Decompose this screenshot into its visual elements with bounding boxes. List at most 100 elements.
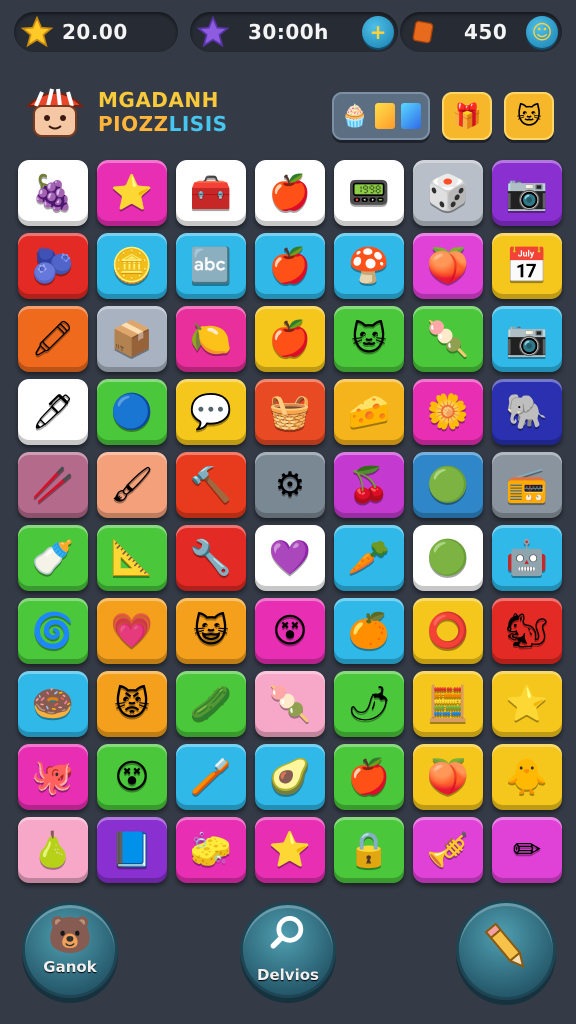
tile-icon: 🖊 [31, 392, 75, 432]
tile-icon: 🥕 [347, 538, 391, 578]
game-tile[interactable]: 🍄 [334, 233, 404, 299]
game-tile[interactable]: 🌀 [18, 598, 88, 664]
tile-icon: ⭐ [110, 173, 154, 213]
game-tile[interactable]: 💬 [176, 379, 246, 445]
game-tile[interactable]: 😵 [255, 598, 325, 664]
title-line-1: MGADANH [98, 88, 219, 112]
game-tile[interactable]: 🍊 [334, 598, 404, 664]
game-tile[interactable]: 🔧 [176, 525, 246, 591]
cupcake-logo-icon [22, 84, 88, 142]
game-tile[interactable]: 🍑 [413, 233, 483, 299]
game-tile[interactable]: ⭐ [492, 671, 562, 737]
tile-icon: 🥑 [268, 757, 312, 797]
game-tile[interactable]: 📦 [97, 306, 167, 372]
game-tile[interactable]: 🌶 [334, 671, 404, 737]
game-tile[interactable]: 🎺 [413, 817, 483, 883]
tile-icon: 🍄 [347, 246, 391, 286]
game-tile[interactable]: 🧺 [255, 379, 325, 445]
game-tile[interactable]: 🔤 [176, 233, 246, 299]
character-button[interactable]: 🐱 [504, 92, 554, 140]
game-tile[interactable]: 🎲 [413, 160, 483, 226]
game-tile[interactable]: ⭐ [255, 817, 325, 883]
game-tile[interactable]: 🔨 [176, 452, 246, 518]
game-tile[interactable]: 🥑 [255, 744, 325, 810]
game-tile[interactable]: 🐿 [492, 598, 562, 664]
tile-icon: 💗 [110, 611, 154, 651]
game-tile[interactable]: 🟢 [413, 452, 483, 518]
game-tile[interactable]: 🧽 [176, 817, 246, 883]
tile-icon: 📟 [347, 173, 391, 213]
game-tile[interactable]: 🔵 [97, 379, 167, 445]
game-tile[interactable]: ⭐ [97, 160, 167, 226]
game-tile[interactable]: 🤖 [492, 525, 562, 591]
game-tile[interactable]: 🖌 [97, 452, 167, 518]
game-tile[interactable]: 🧀 [334, 379, 404, 445]
game-tile[interactable]: 💜 [255, 525, 325, 591]
game-tile[interactable]: ⚙ [255, 452, 325, 518]
game-tile[interactable]: 😵 [97, 744, 167, 810]
delvios-label: Delvios [257, 965, 319, 984]
game-tile[interactable]: 🐘 [492, 379, 562, 445]
add-stars-button[interactable]: + [362, 16, 394, 48]
tile-icon: 🧀 [347, 392, 391, 432]
game-tile[interactable]: 🍎 [255, 233, 325, 299]
add-gems-button[interactable]: ☺ [526, 16, 558, 48]
game-tile[interactable]: 🍡 [255, 671, 325, 737]
game-tile[interactable]: 🍋 [176, 306, 246, 372]
game-tile[interactable]: 🖊 [18, 379, 88, 445]
game-tile[interactable]: 😾 [97, 671, 167, 737]
game-tile[interactable]: 🥒 [176, 671, 246, 737]
game-tile[interactable]: 📐 [97, 525, 167, 591]
game-tile[interactable]: 📷 [492, 160, 562, 226]
game-tile[interactable]: 🍐 [18, 817, 88, 883]
game-tile[interactable]: 🥢 [18, 452, 88, 518]
game-tile[interactable]: 🔒 [334, 817, 404, 883]
tile-icon: 📦 [110, 319, 154, 359]
game-tile[interactable]: 🖍 [18, 306, 88, 372]
game-tile[interactable]: 🐥 [492, 744, 562, 810]
themes-button[interactable]: 🧁 [332, 92, 430, 140]
game-tile[interactable]: 🐱 [334, 306, 404, 372]
tile-icon: 🍎 [268, 246, 312, 286]
game-tile[interactable]: 🍎 [334, 744, 404, 810]
gold-star-icon [20, 15, 54, 49]
cat-icon: 🐱 [516, 102, 542, 130]
tile-icon: 🍊 [347, 611, 391, 651]
game-tile[interactable]: ⭕ [413, 598, 483, 664]
game-tile[interactable]: 🧰 [176, 160, 246, 226]
game-tile[interactable]: 🍎 [255, 306, 325, 372]
game-tile[interactable]: 💗 [97, 598, 167, 664]
game-tile[interactable]: 🟢 [413, 525, 483, 591]
game-tile[interactable]: 🍩 [18, 671, 88, 737]
game-tile[interactable]: 😺 [176, 598, 246, 664]
game-tile[interactable]: ✏ [492, 817, 562, 883]
gems-value: 450 [464, 20, 508, 44]
game-tile[interactable]: 📟 [334, 160, 404, 226]
tile-icon: 🥒 [189, 684, 233, 724]
game-tile[interactable]: 📷 [492, 306, 562, 372]
game-tile[interactable]: 🪥 [176, 744, 246, 810]
game-tile[interactable]: 🍼 [18, 525, 88, 591]
game-tile[interactable]: 📻 [492, 452, 562, 518]
game-tile[interactable]: 🌼 [413, 379, 483, 445]
tile-icon: 💜 [268, 538, 312, 578]
game-tile[interactable]: 🥕 [334, 525, 404, 591]
game-tile[interactable]: 📅 [492, 233, 562, 299]
game-tile[interactable]: 🫐 [18, 233, 88, 299]
game-tile[interactable]: 🪙 [97, 233, 167, 299]
tile-icon: 🍎 [268, 319, 312, 359]
gift-button[interactable]: 🎁 [442, 92, 492, 140]
purple-star-icon [196, 15, 230, 49]
game-tile[interactable]: 🍎 [255, 160, 325, 226]
game-tile[interactable]: 🍡 [413, 306, 483, 372]
game-tile[interactable]: 🍒 [334, 452, 404, 518]
game-tile[interactable]: 📘 [97, 817, 167, 883]
game-tile[interactable]: 🍇 [18, 160, 88, 226]
game-title: MGADANH PIOZZLISIS [98, 88, 228, 136]
game-tile[interactable]: 🍑 [413, 744, 483, 810]
ganok-button[interactable]: 🐻 Ganok [22, 902, 118, 998]
game-tile[interactable]: 🐙 [18, 744, 88, 810]
pencil-button[interactable] [456, 900, 556, 1000]
delvios-button[interactable]: Delvios [240, 902, 336, 998]
game-tile[interactable]: 🧮 [413, 671, 483, 737]
